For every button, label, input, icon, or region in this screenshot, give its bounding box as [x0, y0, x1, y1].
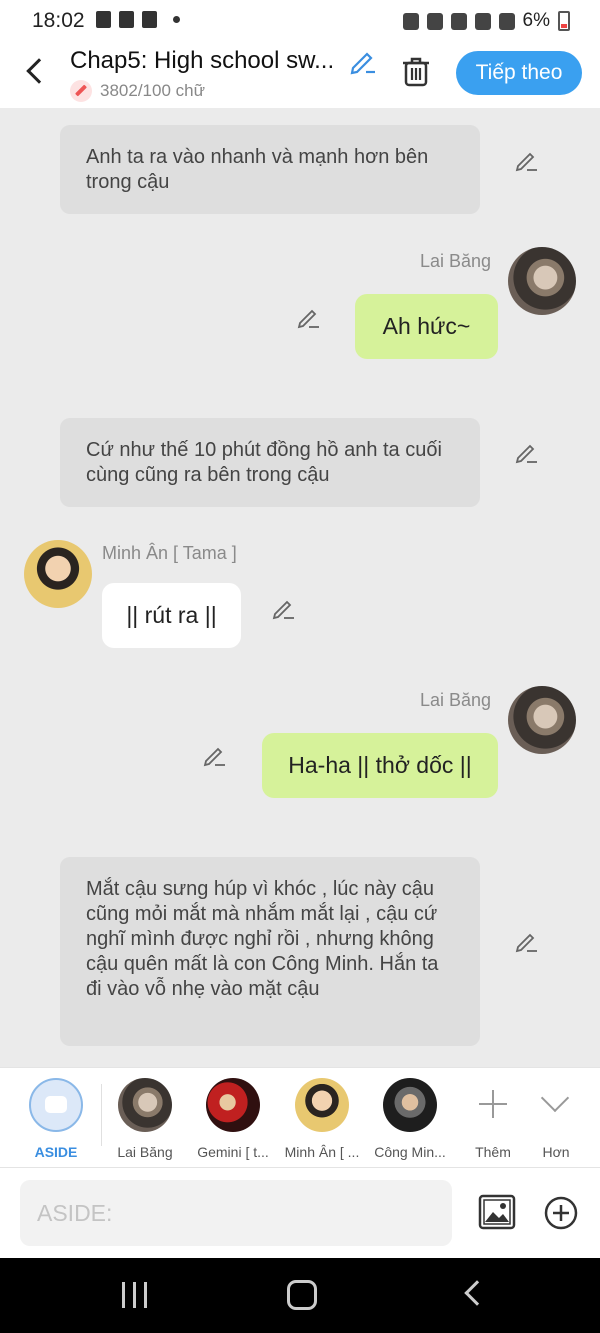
speaker-name: Minh Ân [ Tama ] — [102, 543, 237, 563]
edit-pencil-icon[interactable] — [514, 439, 540, 465]
character-label: Công Min... — [374, 1144, 446, 1160]
battery-percent: 6% — [522, 10, 550, 31]
more-notifications-dot-icon — [173, 16, 180, 23]
image-icon[interactable] — [478, 1194, 516, 1230]
narration-message[interactable]: Cứ như thế 10 phút đồng hồ anh ta cuối c… — [60, 418, 480, 507]
system-icons: 6% — [402, 10, 570, 32]
avatar — [295, 1078, 349, 1132]
back-icon[interactable] — [22, 56, 50, 86]
input-bar — [0, 1168, 600, 1258]
avatar[interactable] — [24, 540, 92, 608]
character-aside[interactable]: ASIDE — [13, 1078, 99, 1160]
edit-pencil-icon[interactable] — [296, 304, 322, 330]
character-lai-bang[interactable]: Lai Băng — [102, 1078, 188, 1160]
character-minh-an[interactable]: Minh Ân [ ... — [279, 1078, 365, 1160]
chapter-title[interactable]: Chap5: High school sw... — [70, 47, 345, 75]
edit-title-pencil-icon[interactable] — [348, 46, 378, 76]
recent-apps-icon[interactable] — [120, 1282, 150, 1308]
status-bar: 18:02 6% — [0, 0, 600, 44]
app-header: Chap5: High school sw... 3802/100 chữ Ti… — [0, 44, 600, 108]
next-button[interactable]: Tiếp theo — [456, 51, 582, 95]
avatar — [206, 1078, 260, 1132]
edit-pencil-icon[interactable] — [514, 147, 540, 173]
avatar[interactable] — [508, 686, 576, 754]
message-bubble-right[interactable]: Ah hức~ — [355, 294, 498, 359]
narration-message[interactable]: Mắt cậu sưng húp vì khóc , lúc này cậu c… — [60, 857, 480, 1046]
chat-area[interactable]: Anh ta ra vào nhanh và mạnh hơn bên tron… — [0, 108, 600, 1066]
battery-icon — [558, 11, 570, 31]
notification-icons — [96, 11, 180, 28]
character-gemini[interactable]: Gemini [ t... — [190, 1078, 276, 1160]
character-cong-minh[interactable]: Công Min... — [367, 1078, 453, 1160]
avatar — [383, 1078, 437, 1132]
nav-back-icon[interactable] — [462, 1284, 482, 1304]
message-bubble-left[interactable]: || rút ra || — [102, 583, 241, 648]
speaker-name: Lai Băng — [420, 251, 492, 271]
shop-notification-icon — [142, 11, 157, 28]
collapse-label: Hơn — [542, 1144, 570, 1160]
system-nav-bar — [0, 1258, 600, 1333]
aside-icon — [29, 1078, 83, 1132]
home-icon[interactable] — [287, 1280, 317, 1310]
lock-icon — [402, 12, 419, 30]
message-input[interactable] — [20, 1180, 452, 1246]
character-label: ASIDE — [34, 1144, 78, 1160]
pencil-icon — [70, 80, 92, 102]
character-selector: ASIDE Lai Băng Gemini [ t... Minh Ân [ .… — [0, 1067, 600, 1168]
edit-pencil-icon[interactable] — [202, 742, 228, 768]
chevron-down-icon — [529, 1078, 583, 1132]
wifi-icon — [474, 12, 491, 30]
plus-icon — [466, 1078, 520, 1132]
mute-icon — [450, 12, 467, 30]
edit-pencil-icon[interactable] — [271, 595, 297, 621]
character-label: Minh Ân [ ... — [284, 1144, 360, 1160]
signal-icon — [498, 12, 515, 30]
alarm-icon — [426, 12, 443, 30]
narration-message[interactable]: Anh ta ra vào nhanh và mạnh hơn bên tron… — [60, 125, 480, 214]
word-count: 3802/100 chữ — [70, 80, 205, 102]
message-bubble-right[interactable]: Ha-ha || thở dốc || — [262, 733, 498, 798]
avatar[interactable] — [508, 247, 576, 315]
trash-icon[interactable] — [400, 56, 432, 88]
word-count-text: 3802/100 chữ — [100, 81, 205, 100]
status-time: 18:02 — [32, 9, 85, 32]
character-label: Gemini [ t... — [197, 1144, 269, 1160]
speaker-name: Lai Băng — [420, 690, 492, 710]
avatar — [118, 1078, 172, 1132]
edit-pencil-icon[interactable] — [514, 928, 540, 954]
collapse-button[interactable]: Hơn — [513, 1078, 599, 1160]
character-label: Lai Băng — [117, 1144, 173, 1160]
gallery-notification-icon — [96, 11, 111, 28]
alert-notification-icon — [119, 11, 134, 28]
add-circle-icon[interactable] — [543, 1195, 579, 1231]
